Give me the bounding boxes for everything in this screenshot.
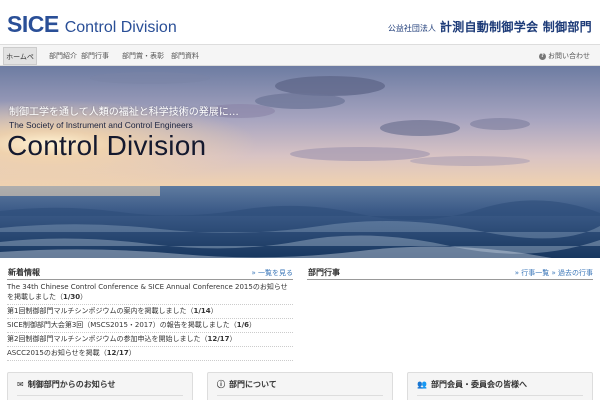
main-nav: ホームページ 部門紹介 部門行事 部門賞・表彰制度 部門資料 ? お問い合わせ — [0, 44, 600, 79]
org-prefix: 公益社団法人 — [387, 24, 436, 33]
notice-box-title-row: ✉ 制御部門からのお知らせ — [17, 379, 116, 390]
news-text: 第1回制御部門マルチシンポジウムの案内を掲載しました — [7, 307, 187, 315]
logo-sice-text: SICE — [7, 11, 59, 37]
list-item[interactable]: 第2回制御部門マルチシンポジウムの参加申込を開始しました（12/17） — [7, 333, 293, 347]
about-box-title-row: ⓘ 部門について — [217, 379, 277, 390]
news-text: ASCC2015のお知らせを掲載 — [7, 349, 100, 357]
events-header: 部門行事 » 行事一覧 » 過去の行事 — [307, 266, 593, 280]
news-date: 12/17 — [106, 349, 129, 357]
nav-item-awards[interactable]: 部門賞・表彰制度 — [122, 47, 164, 78]
hero-title: Control Division — [7, 130, 207, 161]
members-box-title: 部門会員・委員会の皆様へ — [430, 380, 527, 389]
news-more-link[interactable]: » 一覧を見る — [251, 268, 293, 278]
divider — [217, 395, 383, 396]
users-icon: 👥 — [417, 380, 427, 389]
about-box: ⓘ 部門について — [207, 372, 393, 400]
envelope-icon: ✉ — [17, 380, 24, 389]
list-item[interactable]: ASCC2015のお知らせを掲載（12/17） — [7, 347, 293, 361]
events-title: 部門行事 — [308, 268, 340, 277]
news-text: 第2回制御部門マルチシンポジウムの参加申込を開始しました — [7, 335, 201, 343]
members-box-title-row: 👥 部門会員・委員会の皆様へ — [417, 379, 527, 390]
list-item[interactable]: The 34th Chinese Control Conference & SI… — [7, 281, 293, 305]
divider — [17, 395, 183, 396]
hero-tagline: 制御工学を通して人類の福祉と科学技術の発展に… — [9, 107, 239, 118]
events-more-links[interactable]: » 行事一覧 » 過去の行事 — [515, 268, 593, 278]
org-title: 計測自動制御学会 制御部門 — [439, 20, 592, 34]
nav-item-home[interactable]: ホームページ — [3, 47, 37, 79]
organization-name: 公益社団法人 計測自動制御学会 制御部門 — [388, 18, 592, 35]
nav-item-about[interactable]: 部門紹介 — [48, 47, 78, 65]
site-header: SICE Control Division 公益社団法人 計測自動制御学会 制御… — [0, 0, 600, 44]
news-header: 新着情報 » 一覧を見る — [7, 266, 293, 280]
nav-item-events[interactable]: 部門行事 — [80, 47, 110, 65]
about-box-title: 部門について — [229, 380, 277, 389]
question-icon: ? — [539, 52, 546, 60]
news-list: The 34th Chinese Control Conference & SI… — [7, 281, 293, 361]
contact-link[interactable]: ? お問い合わせ — [539, 47, 590, 65]
hero-society-name: The Society of Instrument and Control En… — [9, 120, 193, 130]
notice-box-title: 制御部門からのお知らせ — [27, 380, 116, 389]
news-date: 12/17 — [207, 335, 230, 343]
logo-division-text: Control Division — [64, 19, 177, 36]
hero-banner: 制御工学を通して人類の福祉と科学技術の発展に… The Society of I… — [0, 66, 600, 258]
news-date: 1/30 — [63, 293, 81, 301]
contact-label: お問い合わせ — [548, 52, 590, 60]
members-box: 👥 部門会員・委員会の皆様へ — [407, 372, 593, 400]
divider — [417, 395, 583, 396]
site-logo[interactable]: SICE Control Division — [7, 11, 177, 38]
news-text: The 34th Chinese Control Conference & SI… — [7, 283, 288, 301]
news-text: SICE制御部門大会第3回（MSCS2015・2017）の報告を掲載しました — [7, 321, 230, 329]
notice-box: ✉ 制御部門からのお知らせ — [7, 372, 193, 400]
news-date: 1/14 — [193, 307, 211, 315]
list-item[interactable]: 第1回制御部門マルチシンポジウムの案内を掲載しました（1/14） — [7, 305, 293, 319]
news-title: 新着情報 — [8, 268, 40, 277]
info-icon: ⓘ — [217, 380, 225, 389]
list-item[interactable]: SICE制御部門大会第3回（MSCS2015・2017）の報告を掲載しました（1… — [7, 319, 293, 333]
news-date: 1/6 — [236, 321, 250, 329]
nav-item-documents[interactable]: 部門資料 — [168, 47, 202, 65]
sunset-sea-image — [0, 66, 600, 258]
